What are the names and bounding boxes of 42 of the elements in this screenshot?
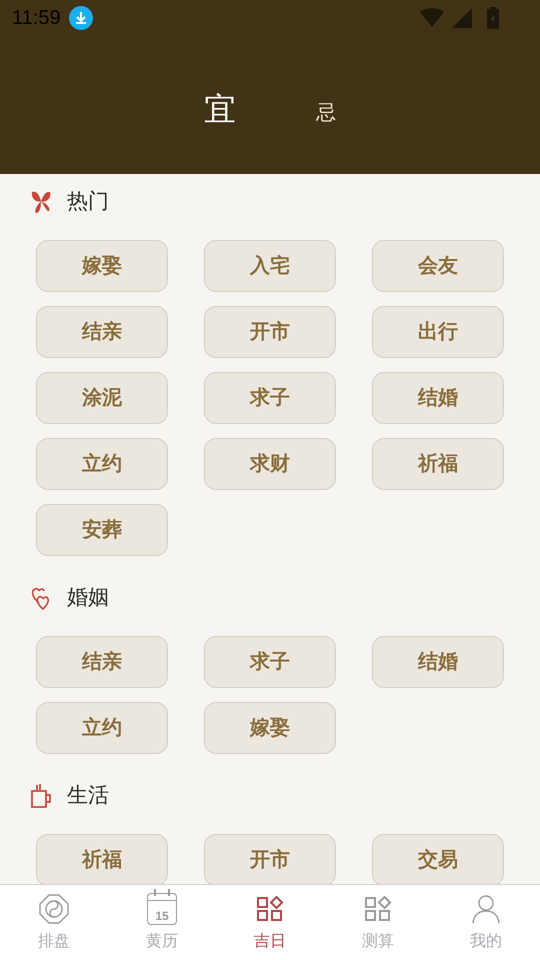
- tab[interactable]: 宜: [204, 93, 236, 125]
- tag-button[interactable]: 立约: [36, 702, 168, 754]
- tag-button[interactable]: 祈福: [372, 438, 504, 490]
- nav-tab[interactable]: 我的: [432, 885, 540, 960]
- tag-button[interactable]: 涂泥: [36, 372, 168, 424]
- tag-button[interactable]: 嫁娶: [36, 240, 168, 292]
- grid-icon: [256, 894, 284, 922]
- tab[interactable]: 忌: [316, 103, 336, 123]
- tag-button[interactable]: 立约: [36, 438, 168, 490]
- nav-tab[interactable]: 15 黄历: [108, 885, 216, 960]
- section-title: 婚姻: [67, 585, 109, 612]
- tag-button[interactable]: 入宅: [204, 240, 336, 292]
- status-time: 11:59: [12, 6, 61, 31]
- tag-button[interactable]: 交易: [372, 834, 504, 884]
- battery-icon: [486, 7, 500, 29]
- wifi-icon: [420, 8, 444, 28]
- tag-button[interactable]: 开市: [204, 306, 336, 358]
- tag-button[interactable]: 求子: [204, 636, 336, 688]
- tag-button[interactable]: 求子: [204, 372, 336, 424]
- person-icon: [471, 894, 501, 924]
- tag-button[interactable]: 出行: [372, 306, 504, 358]
- tag-button[interactable]: 开市: [204, 834, 336, 884]
- signal-icon: [452, 8, 472, 28]
- tag-button[interactable]: 求财: [204, 438, 336, 490]
- tag-button[interactable]: 结亲: [36, 306, 168, 358]
- nav-tab[interactable]: 吉日: [216, 885, 324, 960]
- tag-button[interactable]: 结婚: [372, 372, 504, 424]
- section-title: 热门: [67, 189, 109, 216]
- bow-icon: [29, 189, 53, 215]
- tag-button[interactable]: 嫁娶: [204, 702, 336, 754]
- tag-button[interactable]: 安葬: [36, 504, 168, 556]
- nav-tab[interactable]: 测算: [324, 885, 432, 960]
- tag-button[interactable]: 祈福: [36, 834, 168, 884]
- tag-button[interactable]: 会友: [372, 240, 504, 292]
- section-title: 生活: [67, 783, 109, 810]
- grid-icon: [364, 894, 392, 922]
- tag-button[interactable]: 结亲: [36, 636, 168, 688]
- mug-icon: [29, 782, 53, 810]
- download-icon: [68, 6, 93, 30]
- tag-button[interactable]: 结婚: [372, 636, 504, 688]
- yin-yang-icon: [38, 892, 70, 924]
- nav-tab[interactable]: 排盘: [0, 885, 108, 960]
